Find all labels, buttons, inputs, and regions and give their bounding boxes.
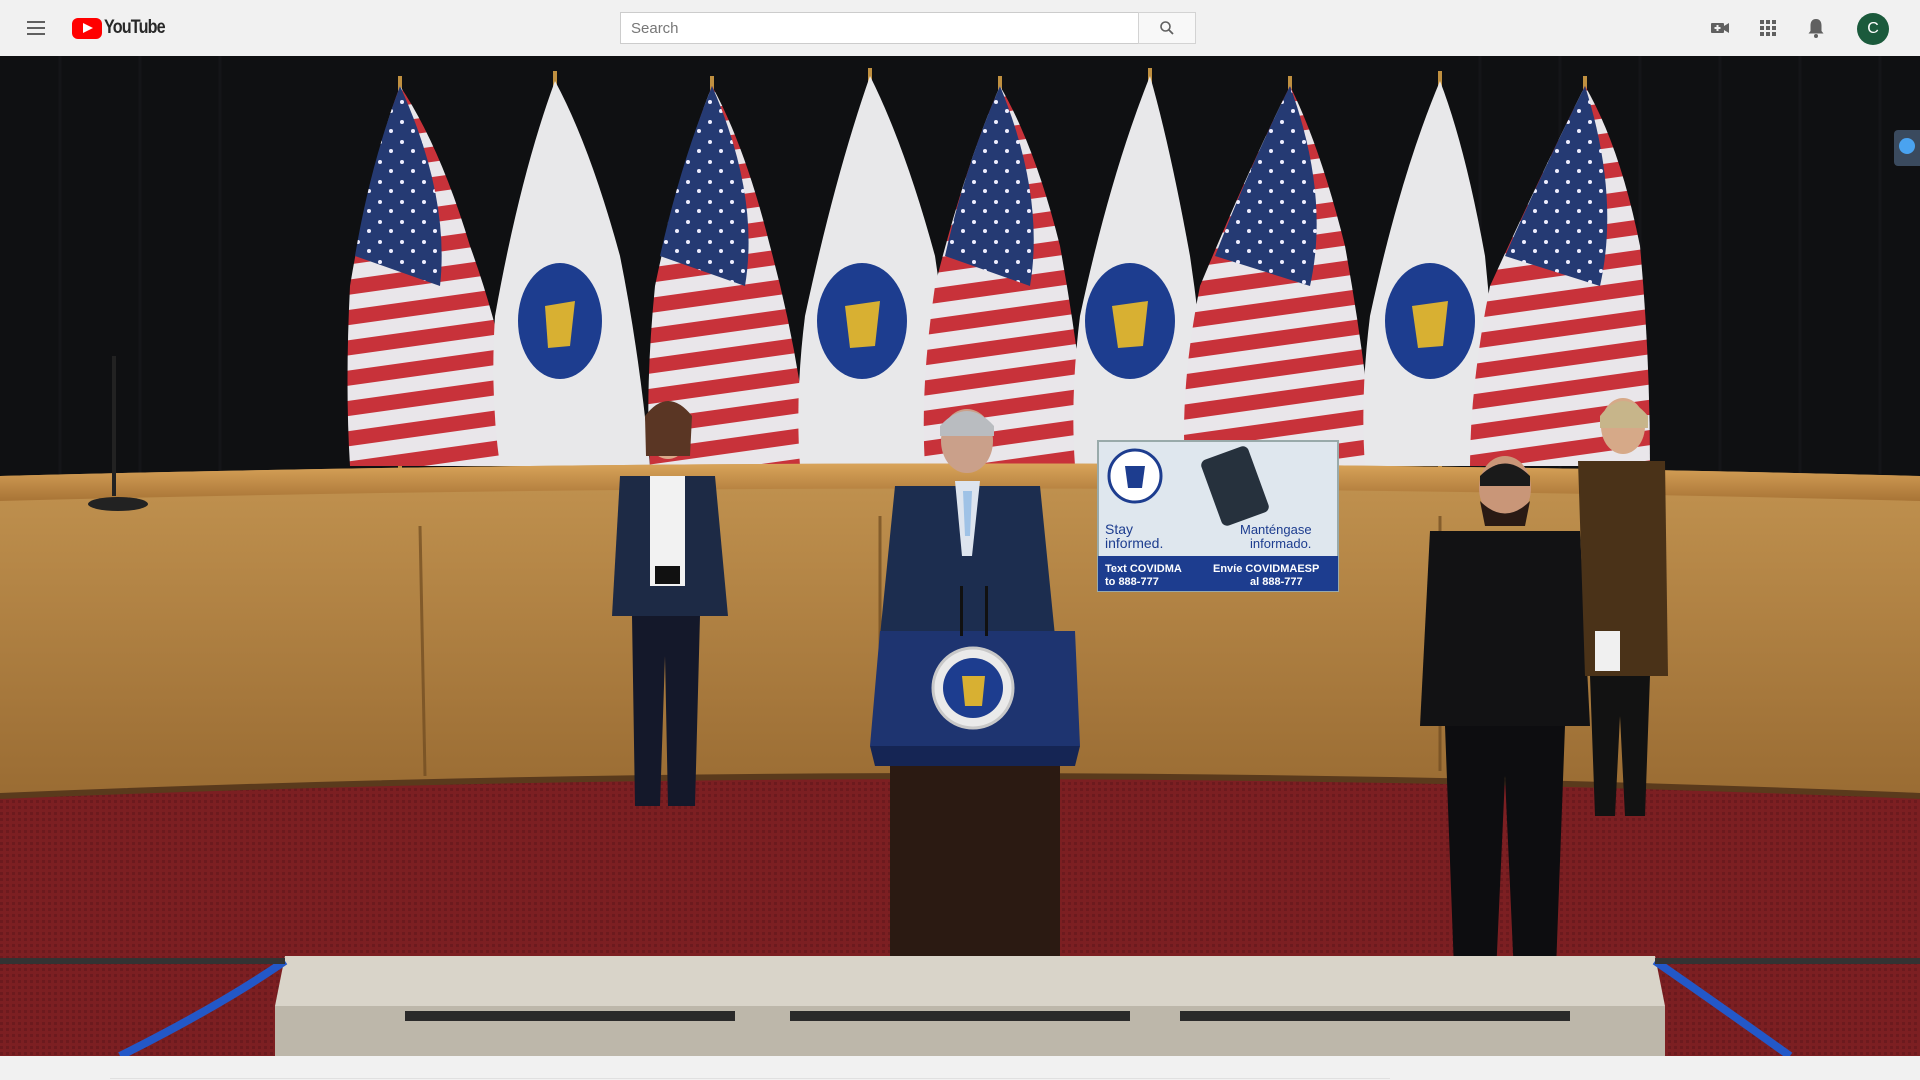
svg-text:Envíe COVIDMAESP: Envíe COVIDMAESP (1213, 563, 1319, 575)
video-player[interactable]: Stay informed. Manténgase informado. Tex… (0, 56, 1920, 1056)
create-video-icon[interactable] (1708, 16, 1732, 40)
divider (110, 1078, 1390, 1079)
account-avatar[interactable]: C (1857, 13, 1889, 45)
svg-text:al 888-777: al 888-777 (1250, 576, 1303, 588)
chat-bubble-icon (1899, 138, 1915, 154)
podium (870, 586, 1080, 966)
logo-text: YouTube (104, 17, 166, 38)
svg-text:Text COVIDMA: Text COVIDMA (1105, 563, 1182, 575)
magnifier-icon (1160, 21, 1174, 35)
youtube-play-icon (72, 17, 102, 39)
covid-sign: Stay informed. Manténgase informado. Tex… (1097, 440, 1339, 592)
svg-text:informado.: informado. (1250, 536, 1311, 551)
video-frame: Stay informed. Manténgase informado. Tex… (0, 56, 1920, 1056)
search-form (620, 12, 1196, 44)
masthead: YouTube C (0, 0, 1920, 56)
search-button[interactable] (1138, 12, 1196, 44)
hamburger-menu-icon[interactable] (24, 16, 48, 40)
svg-text:Manténgase: Manténgase (1240, 522, 1312, 537)
youtube-logo[interactable]: YouTube (72, 17, 175, 39)
svg-text:informed.: informed. (1105, 535, 1163, 551)
apps-grid-icon[interactable] (1756, 16, 1780, 40)
below-player-area (0, 1056, 1920, 1080)
search-input[interactable] (620, 12, 1139, 44)
notifications-bell-icon[interactable] (1804, 16, 1828, 40)
flags (347, 68, 1650, 476)
side-panel-toggle[interactable] (1894, 130, 1920, 166)
svg-text:to 888-777: to 888-777 (1105, 576, 1159, 588)
